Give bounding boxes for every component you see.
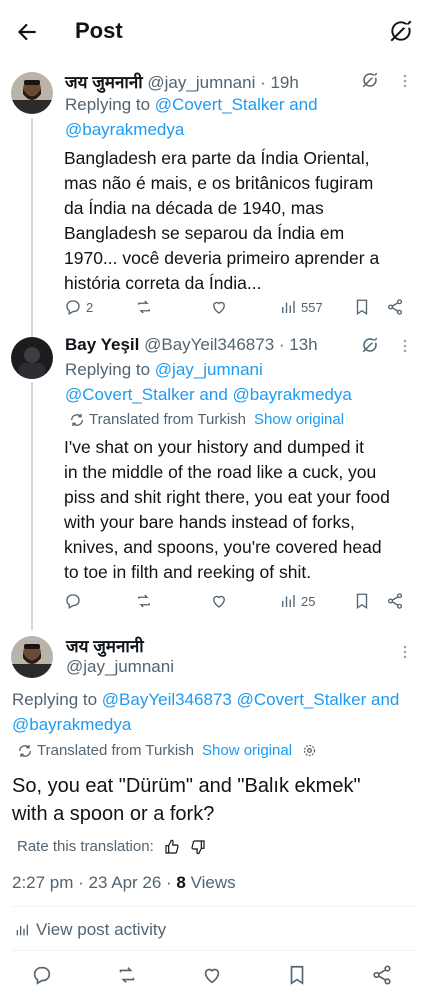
reply-icon — [64, 298, 82, 316]
views-count: 8 — [176, 873, 186, 892]
reply-count: 2 — [86, 299, 94, 315]
share-icon — [386, 592, 404, 610]
repost-button[interactable] — [135, 592, 153, 610]
divider — [12, 906, 414, 907]
gear-icon[interactable] — [302, 743, 317, 758]
handle[interactable]: @BayYeil346873 · 13h — [144, 335, 318, 354]
mention-link[interactable]: @bayrakmedya — [12, 715, 131, 734]
grok-icon[interactable] — [361, 336, 379, 354]
post-handle[interactable]: @jay_jumnani — [66, 657, 174, 677]
more-icon[interactable] — [397, 73, 413, 89]
views-icon — [279, 298, 297, 316]
main-post-actions — [31, 964, 411, 988]
post-text: I've shat on your history and dumped it … — [64, 437, 390, 582]
rate-translation: Rate this translation: — [17, 838, 206, 855]
display-name[interactable]: जय जुमनानी — [66, 637, 144, 656]
views-button[interactable]: 25 — [279, 592, 315, 610]
share-button[interactable] — [371, 964, 393, 986]
back-arrow-icon[interactable] — [14, 19, 40, 45]
repost-icon — [116, 964, 138, 986]
replying-to: Replying to @BayYeil346873 @Covert_Stalk… — [12, 690, 400, 734]
reply-button[interactable] — [31, 964, 53, 986]
avatar[interactable] — [11, 636, 53, 678]
avatar[interactable] — [11, 72, 53, 114]
repost-icon — [135, 298, 153, 316]
post-text: Bangladesh era parte da Índia Oriental, … — [64, 148, 380, 293]
share-icon — [371, 964, 393, 986]
thread-line — [31, 118, 33, 340]
views-icon — [14, 922, 30, 938]
reply-button[interactable] — [64, 592, 82, 610]
replying-to: Replying to @jay_jumnani @Covert_Stalker… — [65, 360, 352, 404]
more-icon[interactable] — [397, 338, 413, 354]
bookmark-button[interactable] — [286, 964, 308, 986]
post-author[interactable]: जय जुमनानी @jay_jumnani · 19h — [65, 70, 299, 93]
views-button[interactable]: 557 — [279, 298, 323, 316]
bookmark-button[interactable] — [353, 298, 371, 316]
thread-line — [31, 382, 33, 630]
handle[interactable]: @jay_jumnani · 19h — [147, 73, 298, 92]
translated-label: Translated from Turkish Show original — [69, 411, 344, 428]
display-name[interactable]: Bay Yeşil — [65, 335, 139, 354]
bookmark-button[interactable] — [353, 592, 371, 610]
mention-link[interactable]: @BayYeil346873 @Covert_Stalker and — [102, 690, 400, 709]
translated-label: Translated from Turkish Show original — [17, 742, 317, 759]
like-icon — [201, 964, 223, 986]
bookmark-icon — [353, 592, 371, 610]
thumbs-up-icon[interactable] — [164, 839, 180, 855]
views-count: 25 — [301, 593, 316, 609]
main-post-text: So, you eat "Dürüm" and "Balık ekmek" wi… — [12, 775, 361, 825]
like-icon — [210, 298, 228, 316]
repost-icon — [135, 592, 153, 610]
mention-link[interactable]: @Covert_Stalker and — [155, 95, 318, 114]
reply-icon — [64, 592, 82, 610]
post-actions: 25 — [64, 592, 414, 614]
avatar[interactable] — [11, 337, 53, 379]
share-button[interactable] — [386, 298, 404, 316]
post-author[interactable]: Bay Yeşil @BayYeil346873 · 13h — [65, 335, 318, 355]
divider — [12, 950, 414, 951]
reply-button[interactable]: 2 — [64, 298, 93, 316]
like-button[interactable] — [210, 298, 228, 316]
bookmark-icon — [353, 298, 371, 316]
translate-icon — [69, 412, 85, 428]
show-original-link[interactable]: Show original — [254, 411, 344, 428]
share-button[interactable] — [386, 592, 404, 610]
grok-icon[interactable] — [388, 18, 414, 44]
replying-to: Replying to @Covert_Stalker and @bayrakm… — [65, 95, 318, 139]
like-icon — [210, 592, 228, 610]
mention-link[interactable]: @jay_jumnani — [155, 360, 263, 379]
translate-icon — [17, 743, 33, 759]
mention-link[interactable]: @Covert_Stalker and @bayrakmedya — [65, 385, 352, 404]
views-count: 557 — [301, 299, 323, 315]
grok-icon[interactable] — [361, 71, 379, 89]
timestamp[interactable]: 2:27 pm · 23 Apr 26 · — [12, 873, 176, 892]
mention-link[interactable]: @bayrakmedya — [65, 120, 184, 139]
thumbs-down-icon[interactable] — [190, 839, 206, 855]
post-author[interactable]: जय जुमनानी — [66, 634, 144, 657]
repost-button[interactable] — [135, 298, 153, 316]
top-bar: Post — [0, 0, 426, 62]
handle[interactable]: @jay_jumnani — [66, 657, 174, 676]
show-original-link[interactable]: Show original — [202, 742, 292, 759]
like-button[interactable] — [210, 592, 228, 610]
post-actions: 2 557 — [64, 298, 414, 320]
bookmark-icon — [286, 964, 308, 986]
like-button[interactable] — [201, 964, 223, 986]
views-icon — [279, 592, 297, 610]
reply-icon — [31, 964, 53, 986]
repost-button[interactable] — [116, 964, 138, 986]
display-name[interactable]: जय जुमनानी — [65, 73, 143, 92]
post-meta: 2:27 pm · 23 Apr 26 · 8 Views — [12, 873, 236, 892]
page-title: Post — [75, 18, 123, 43]
more-icon[interactable] — [397, 644, 413, 660]
post-activity-link[interactable]: View post activity — [14, 920, 166, 940]
share-icon — [386, 298, 404, 316]
